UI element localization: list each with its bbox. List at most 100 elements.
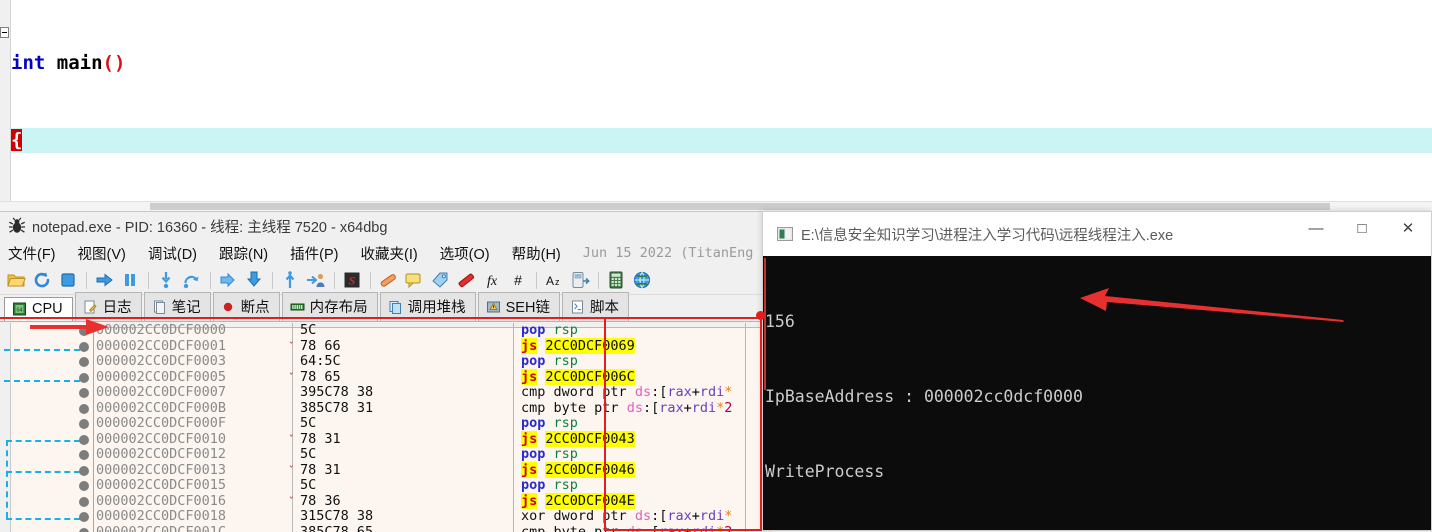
close-button[interactable]: ✕ [1385,212,1431,244]
browse-icon[interactable] [632,270,652,290]
disasm-row[interactable]: 000002CC0DCF0018315C78 38xor dword ptr d… [0,509,772,525]
step-over-icon[interactable] [182,270,202,290]
tab-log[interactable]: 日志 [75,292,142,321]
disasm-instruction: js 2CC0DCF006C [521,370,635,386]
run-to-user-code-icon[interactable] [306,270,326,290]
menu-item-help[interactable]: 帮助(H) [512,243,561,264]
disasm-row[interactable]: 000002CC0DCF000F5Cpop rsp [0,416,772,432]
breakpoint-dot-icon[interactable] [79,497,89,507]
step-into-fast-icon[interactable] [218,270,238,290]
editor-scroll-thumb[interactable] [150,203,1330,210]
toolbar-separator-7 [536,272,537,289]
x64dbg-titlebar[interactable]: notepad.exe - PID: 16360 - 线程: 主线程 7520 … [0,212,772,240]
disassembly-view[interactable]: 000002CC0DCF00005Cpop rspˇ000002CC0DCF00… [0,323,772,532]
open-folder-icon[interactable] [6,270,26,290]
menu-item-plugins[interactable]: 插件(P) [290,243,338,264]
menu-item-favourites[interactable]: 收藏夹(I) [360,243,417,264]
disasm-address: 000002CC0DCF0007 [96,385,226,401]
menu-item-debug[interactable]: 调试(D) [148,243,197,264]
patch-icon[interactable] [378,270,398,290]
disasm-row[interactable]: ˇ000002CC0DCF001678 36js 2CC0DCF004E [0,494,772,510]
disasm-bytes: 78 31 [300,432,341,448]
breakpoint-dot-icon[interactable] [79,342,89,352]
maximize-button[interactable]: □ [1339,212,1385,244]
disasm-row[interactable]: 000002CC0DCF0007395C78 38cmp dword ptr d… [0,385,772,401]
memory-map-icon [290,300,305,314]
tab-notes[interactable]: 笔记 [144,292,211,321]
disasm-bytes: 385C78 31 [300,401,373,417]
breakpoint-dot-icon[interactable] [79,373,89,383]
breakpoint-dot-icon[interactable] [79,512,89,522]
disasm-row[interactable]: ˇ000002CC0DCF001078 31js 2CC0DCF0043 [0,432,772,448]
disasm-row[interactable]: 000002CC0DCF000364:5Cpop rsp [0,354,772,370]
disasm-row[interactable]: 000002CC0DCF00125Cpop rsp [0,447,772,463]
disasm-row[interactable]: 000002CC0DCF00155Cpop rsp [0,478,772,494]
breakpoint-dot-icon[interactable] [79,388,89,398]
tab-label-notes: 笔记 [172,296,201,317]
step-into-icon[interactable] [156,270,176,290]
console-window-buttons[interactable]: — □ ✕ [1293,212,1431,244]
functions-icon[interactable]: fx [482,270,502,290]
breakpoint-dot-icon[interactable] [79,404,89,414]
disasm-address: 000002CC0DCF0018 [96,509,226,525]
disasm-instruction: pop rsp [521,447,578,463]
pause-icon[interactable] [120,270,140,290]
minimize-button[interactable]: — [1293,212,1339,244]
call-stack-icon [388,300,403,314]
stop-icon[interactable] [58,270,78,290]
editor-code-area[interactable]: int main() { int wpid = 16360; //计算器的进程号… [11,0,1432,211]
editor-horizontal-scrollbar[interactable] [0,201,1432,211]
breakpoint-dot-icon[interactable] [79,466,89,476]
tab-call-stack[interactable]: 调用堆栈 [380,292,476,321]
disasm-address: 000002CC0DCF0012 [96,447,226,463]
disasm-row[interactable]: ˇ000002CC0DCF000178 66js 2CC0DCF0069 [0,339,772,355]
execute-till-return-icon[interactable] [280,270,300,290]
x64dbg-window[interactable]: notepad.exe - PID: 16360 - 线程: 主线程 7520 … [0,211,772,532]
x64dbg-menubar[interactable]: 文件(F) 视图(V) 调试(D) 跟踪(N) 插件(P) 收藏夹(I) 选项(… [0,240,772,266]
bookmark-icon[interactable] [456,270,476,290]
step-over-fast-icon[interactable] [244,270,264,290]
disasm-row[interactable]: ˇ000002CC0DCF000578 65js 2CC0DCF006C [0,370,772,386]
label-icon[interactable] [430,270,450,290]
text-icon[interactable]: Az [544,270,564,290]
run-icon[interactable] [94,270,114,290]
disasm-rows[interactable]: 000002CC0DCF00005Cpop rspˇ000002CC0DCF00… [0,323,772,532]
breakpoint-dot-icon[interactable] [79,481,89,491]
tab-script[interactable]: 脚本 [562,292,629,321]
tab-breakpoints[interactable]: 断点 [213,292,280,321]
cmd-icon[interactable] [570,270,590,290]
console-cursor-bar [764,258,766,390]
console-output[interactable]: 156 IpBaseAddress : 000002cc0dcf0000 Wri… [763,256,1431,530]
breakpoint-dot-icon[interactable] [79,450,89,460]
hash-icon[interactable]: # [508,270,528,290]
tab-memory-map[interactable]: 内存布局 [282,292,378,321]
breakpoint-dot-icon[interactable] [79,326,89,336]
x64dbg-tabbar[interactable]: 64 CPU 日志 笔记 断点 内存布局 调用堆栈 SEH链 脚本 [0,295,772,322]
menu-item-trace[interactable]: 跟踪(N) [219,243,268,264]
breakpoint-dot-icon[interactable] [79,357,89,367]
breakpoint-dot-icon[interactable] [79,435,89,445]
comment-icon[interactable] [404,270,424,290]
console-window[interactable]: E:\信息安全知识学习\进程注入学习代码\远程线程注入.exe — □ ✕ 15… [762,211,1432,531]
tab-cpu[interactable]: 64 CPU [4,297,73,321]
jump-chevron-icon: ˇ [288,432,295,448]
breakpoint-dot-icon[interactable] [79,528,89,532]
breakpoint-dot-icon[interactable] [79,419,89,429]
menu-item-view[interactable]: 视图(V) [78,243,126,264]
code-editor[interactable]: int main() { int wpid = 16360; //计算器的进程号… [0,0,1432,211]
disasm-row[interactable]: 000002CC0DCF000B385C78 31cmp byte ptr ds… [0,401,772,417]
restart-icon[interactable] [32,270,52,290]
x64dbg-toolbar[interactable]: S fx # Az [0,266,772,295]
tab-label-memory-map: 内存布局 [310,296,368,317]
disasm-instruction: pop rsp [521,323,578,339]
console-titlebar[interactable]: E:\信息安全知识学习\进程注入学习代码\远程线程注入.exe — □ ✕ [763,212,1431,256]
disasm-row[interactable]: 000002CC0DCF00005Cpop rsp [0,323,772,339]
disasm-row[interactable]: ˇ000002CC0DCF001378 31js 2CC0DCF0046 [0,463,772,479]
code-fold-toggle[interactable] [0,27,9,38]
menu-item-file[interactable]: 文件(F) [8,243,56,264]
calculator-icon[interactable] [606,270,626,290]
menu-item-options[interactable]: 选项(O) [440,243,490,264]
scylla-icon[interactable]: S [342,270,362,290]
tab-seh[interactable]: SEH链 [478,292,560,321]
disasm-address: 000002CC0DCF0003 [96,354,226,370]
